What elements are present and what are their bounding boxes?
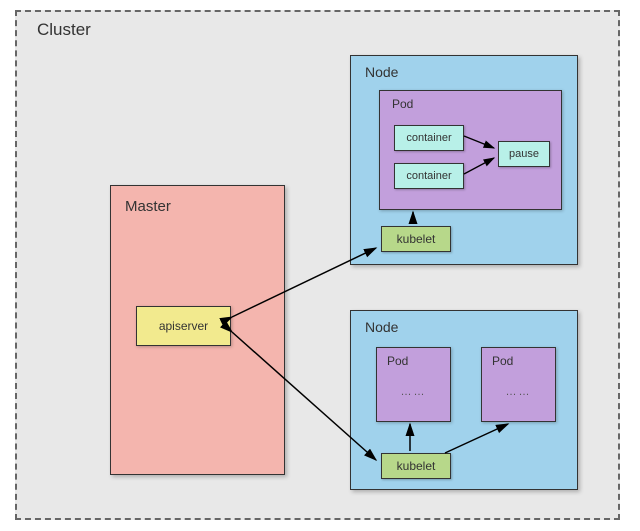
container-2-box: container <box>394 163 464 189</box>
master-box: Master apiserver <box>110 185 285 475</box>
node-2-pod-2-box: Pod …… <box>481 347 556 422</box>
container-1-box: container <box>394 125 464 151</box>
pause-box: pause <box>498 141 550 167</box>
cluster-label: Cluster <box>37 20 91 40</box>
diagram-canvas: Cluster Master apiserver Node Pod contai… <box>0 0 640 531</box>
node-2-pod-1-ellipsis: …… <box>377 386 450 398</box>
node-1-kubelet-box: kubelet <box>381 226 451 252</box>
node-2-pod-2-label: Pod <box>492 354 513 368</box>
node-1-label: Node <box>365 64 398 80</box>
node-1-pod-box: Pod container container pause <box>379 90 562 210</box>
node-2-box: Node Pod …… Pod …… kubelet <box>350 310 578 490</box>
node-2-pod-2-ellipsis: …… <box>482 386 555 398</box>
apiserver-box: apiserver <box>136 306 231 346</box>
node-1-box: Node Pod container container pause kubel… <box>350 55 578 265</box>
node-2-pod-1-box: Pod …… <box>376 347 451 422</box>
node-2-label: Node <box>365 319 398 335</box>
node-2-kubelet-box: kubelet <box>381 453 451 479</box>
master-label: Master <box>125 198 171 215</box>
node-1-pod-label: Pod <box>392 97 413 111</box>
node-2-pod-1-label: Pod <box>387 354 408 368</box>
